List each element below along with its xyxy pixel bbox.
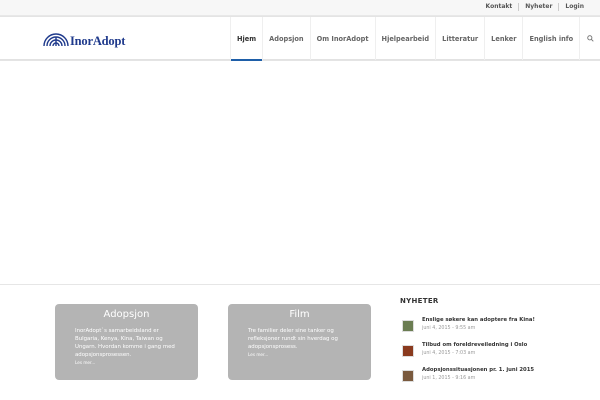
news-thumbnail bbox=[402, 370, 414, 382]
read-more-link[interactable]: Les mer... bbox=[55, 360, 198, 365]
news-thumbnail bbox=[402, 320, 414, 332]
card-adopsjon[interactable]: Adopsjon InorAdopt`s samarbeidsland er B… bbox=[55, 304, 198, 380]
nav-item-english-info[interactable]: English info bbox=[522, 17, 579, 60]
logo-arch-icon bbox=[43, 33, 69, 47]
card-title: Adopsjon bbox=[103, 309, 150, 320]
card-title: Film bbox=[289, 309, 310, 320]
news-date: juni 1, 2015 - 9:16 am bbox=[422, 376, 476, 381]
nav-item-hjelpearbeid[interactable]: Hjelpearbeid bbox=[374, 17, 436, 60]
news-title[interactable]: Adopsjonssituasjonen pr. 1. juni 2015 bbox=[422, 367, 534, 373]
news-date: juni 4, 2015 - 7:03 am bbox=[422, 351, 476, 356]
nav-item-adopsjon[interactable]: Adopsjon bbox=[262, 17, 309, 60]
hero-area bbox=[0, 61, 600, 284]
link-login[interactable]: Login bbox=[559, 3, 590, 11]
link-kontakt[interactable]: Kontakt bbox=[480, 3, 519, 11]
nav-item-lenker[interactable]: Lenker bbox=[484, 17, 522, 60]
search-icon bbox=[587, 35, 594, 42]
logo-text: InorAdopt bbox=[70, 34, 126, 48]
site-logo[interactable]: InorAdopt bbox=[42, 27, 142, 51]
news-title[interactable]: Enslige søkere kan adoptere fra Kina! bbox=[422, 317, 535, 323]
top-links: Kontakt Nyheter Login bbox=[480, 3, 590, 11]
news-date: juni 4, 2015 - 9:55 am bbox=[422, 326, 476, 331]
read-more-link[interactable]: Les mer... bbox=[228, 352, 371, 357]
content-area: Adopsjon InorAdopt`s samarbeidsland er B… bbox=[0, 285, 600, 400]
site-header: InorAdopt Hjem Adopsjon Om InorAdopt Hje… bbox=[0, 17, 600, 61]
top-bar: Kontakt Nyheter Login bbox=[0, 0, 600, 16]
news-thumbnail bbox=[402, 345, 414, 357]
card-body: Tre familier deler sine tanker og reflek… bbox=[248, 328, 338, 350]
nav-item-litteratur[interactable]: Litteratur bbox=[435, 17, 484, 60]
search-button[interactable] bbox=[579, 17, 600, 60]
main-nav: Hjem Adopsjon Om InorAdopt Hjelpearbeid … bbox=[230, 17, 600, 61]
news-widget: NYHETER Enslige søkere kan adoptere fra … bbox=[400, 297, 560, 382]
link-nyheter[interactable]: Nyheter bbox=[519, 3, 558, 11]
news-heading: NYHETER bbox=[400, 297, 439, 305]
nav-item-om-inoradopt[interactable]: Om InorAdopt bbox=[309, 17, 375, 60]
card-film[interactable]: Film Tre familier deler sine tanker og r… bbox=[228, 304, 371, 380]
card-body: InorAdopt`s samarbeidsland er Bulgaria, … bbox=[75, 328, 175, 358]
news-title[interactable]: Tilbud om foreldreveiledning i Oslo bbox=[422, 342, 527, 348]
nav-item-hjem[interactable]: Hjem bbox=[230, 17, 263, 61]
